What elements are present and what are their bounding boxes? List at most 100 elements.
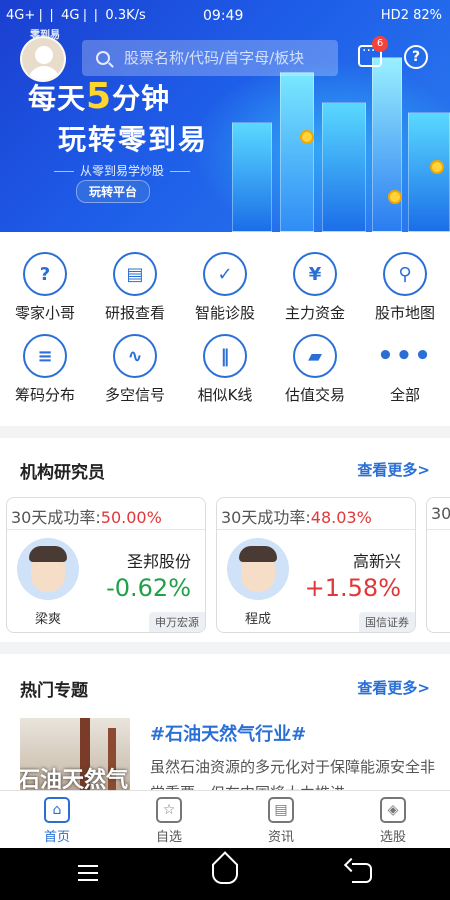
topic-thumbnail[interactable]: 石油天然气 — [20, 718, 130, 790]
tab-label: 选股 — [379, 830, 406, 845]
more-dots-icon: ••• — [377, 341, 433, 371]
star-icon: ☆ — [156, 797, 182, 823]
banner-cta-button[interactable]: 玩转平台 — [76, 180, 151, 203]
hot-topics-section: 热门专题 查看更多> 石油天然气 #石油天然气行业# 虽然石油资源的多元化对于保… — [0, 654, 450, 790]
gold-bar-icon: ▰ — [293, 334, 337, 378]
signal-indicators: 4G+❘❘ 4G❘❘ 0.3K/s — [6, 8, 146, 23]
success-rate-label: 30 — [431, 504, 450, 523]
back-icon[interactable] — [352, 863, 372, 883]
thumbnail-text: 石油天然气 — [20, 768, 129, 790]
news-icon: ▤ — [268, 797, 294, 823]
tab-label: 自选 — [155, 830, 182, 845]
menu-icon[interactable] — [78, 865, 98, 881]
banner-building — [232, 122, 272, 232]
grid-item-valuation[interactable]: ▰ 估值交易 — [270, 334, 360, 405]
signal-wave-icon: ∿ — [113, 334, 157, 378]
tab-watchlist[interactable]: ☆ 自选 — [124, 797, 214, 845]
grid-item-label: 筹码分布 — [14, 386, 75, 404]
message-badge: 6 — [372, 36, 388, 52]
stock-change: -0.62% — [106, 574, 191, 602]
tab-news[interactable]: ▤ 资讯 — [236, 797, 326, 845]
report-book-icon: ▤ — [113, 252, 157, 296]
success-rate-value: 48.03% — [310, 508, 372, 527]
researcher-card[interactable]: 30天成功率:48.03% 程成 高新兴 +1.58% 国信证券 — [216, 497, 416, 633]
topic-description: 虽然石油资源的多元化对于保障能源安全非常重要，但在中国将大力推进 — [150, 758, 436, 790]
banner-subheadline: 玩转零到易 — [58, 123, 209, 156]
clock: 09:49 — [203, 8, 244, 24]
feature-grid: ? 零家小哥 ▤ 研报查看 ✓ 智能诊股 ¥ 主力资金 ⚲ 股市地图 ≡ 筹码分… — [0, 232, 450, 426]
grid-item-label: 多空信号 — [104, 386, 165, 404]
banner-line1-highlight: 5 — [86, 76, 113, 117]
grid-item-reports[interactable]: ▤ 研报查看 — [90, 252, 180, 323]
status-bar: 4G+❘❘ 4G❘❘ 0.3K/s 09:49 HD2 82% — [0, 0, 450, 32]
grid-item-all[interactable]: ••• 全部 — [360, 334, 450, 405]
banner-line1-pre: 每天 — [28, 82, 87, 115]
topics-more-link[interactable]: 查看更多> — [357, 677, 430, 698]
banner-building — [372, 57, 402, 232]
grid-item-label: 主力资金 — [284, 304, 345, 322]
grid-item-label: 相似K线 — [197, 386, 253, 404]
section-title: 机构研究员 — [20, 463, 105, 483]
researcher-card[interactable]: 30天成功率:50.00% 梁爽 圣邦股份 -0.62% 申万宏源 — [6, 497, 206, 633]
grid-item-label: 智能诊股 — [194, 304, 255, 322]
topic-title[interactable]: #石油天然气行业# — [150, 720, 306, 746]
grid-item-diagnosis[interactable]: ✓ 智能诊股 — [180, 252, 270, 323]
shield-check-icon: ✓ — [203, 252, 247, 296]
stock-change: +1.58% — [304, 574, 401, 602]
grid-item-market-map[interactable]: ⚲ 股市地图 — [360, 252, 450, 323]
grid-item-label: 全部 — [389, 386, 420, 404]
tab-stock-picker[interactable]: ◈ 选股 — [348, 797, 438, 845]
home-nav-icon[interactable] — [212, 864, 238, 884]
grid-item-label: 估值交易 — [284, 386, 345, 404]
grid-item-signals[interactable]: ∿ 多空信号 — [90, 334, 180, 405]
grid-item-label: 零家小哥 — [14, 304, 75, 322]
banner-building — [322, 102, 366, 232]
researcher-name: 程成 — [244, 612, 271, 627]
candlestick-icon: ‖ — [203, 334, 247, 378]
banner-line1-post: 分钟 — [112, 82, 171, 115]
banner-building — [280, 72, 314, 232]
coin-icon — [430, 160, 444, 174]
tab-label: 首页 — [43, 830, 70, 845]
grid-item-main-funds[interactable]: ¥ 主力资金 — [270, 252, 360, 323]
banner-tagline: 从零到易学炒股 — [48, 162, 196, 179]
map-pin-icon: ⚲ — [383, 252, 427, 296]
researcher-name: 梁爽 — [34, 612, 61, 627]
chip-bars-icon: ≡ — [23, 334, 67, 378]
tab-home[interactable]: ⌂ 首页 — [12, 797, 102, 845]
bottom-tab-bar: ⌂ 首页 ☆ 自选 ▤ 资讯 ◈ 选股 — [0, 790, 450, 848]
search-bar[interactable] — [82, 40, 338, 76]
coin-icon — [300, 130, 314, 144]
grid-item-chip-distribution[interactable]: ≡ 筹码分布 — [0, 334, 90, 405]
banner-building — [408, 112, 450, 232]
stock-name: 圣邦股份 — [126, 552, 191, 571]
help-icon[interactable]: ? — [404, 45, 428, 69]
institution-tag: 申万宏源 — [149, 612, 205, 632]
stock-name: 高新兴 — [352, 552, 401, 571]
search-input[interactable] — [124, 49, 334, 67]
grid-item-label: 股市地图 — [374, 304, 435, 322]
avatar-hair — [239, 546, 277, 562]
tab-label: 资讯 — [267, 830, 294, 845]
yen-icon: ¥ — [293, 252, 337, 296]
researcher-avatar — [17, 538, 79, 600]
avatar-hair — [29, 546, 67, 562]
institution-tag: 国信证券 — [359, 612, 415, 632]
researcher-card-partial[interactable]: 30 — [426, 497, 450, 633]
search-icon — [96, 51, 110, 65]
researchers-more-link[interactable]: 查看更多> — [357, 459, 430, 480]
grid-item-assistant[interactable]: ? 零家小哥 — [0, 252, 90, 323]
home-icon: ⌂ — [44, 797, 70, 823]
banner-headline: 每天5分钟 — [28, 76, 170, 117]
app-screen: 4G+❘❘ 4G❘❘ 0.3K/s 09:49 HD2 82% 零到易 6 ? … — [0, 0, 450, 900]
battery-indicator: HD2 82% — [380, 8, 442, 23]
success-rate: 30天成功率:48.03% — [217, 498, 415, 530]
success-rate-value: 50.00% — [100, 508, 162, 527]
researcher-avatar — [227, 538, 289, 600]
success-rate-label: 30天成功率: — [11, 508, 101, 527]
success-rate: 30天成功率:50.00% — [7, 498, 205, 530]
section-title: 热门专题 — [20, 681, 88, 701]
grid-item-similar-kline[interactable]: ‖ 相似K线 — [180, 334, 270, 405]
avatar-head — [35, 46, 53, 64]
promo-banner[interactable]: 4G+❘❘ 4G❘❘ 0.3K/s 09:49 HD2 82% 零到易 6 ? … — [0, 0, 450, 232]
